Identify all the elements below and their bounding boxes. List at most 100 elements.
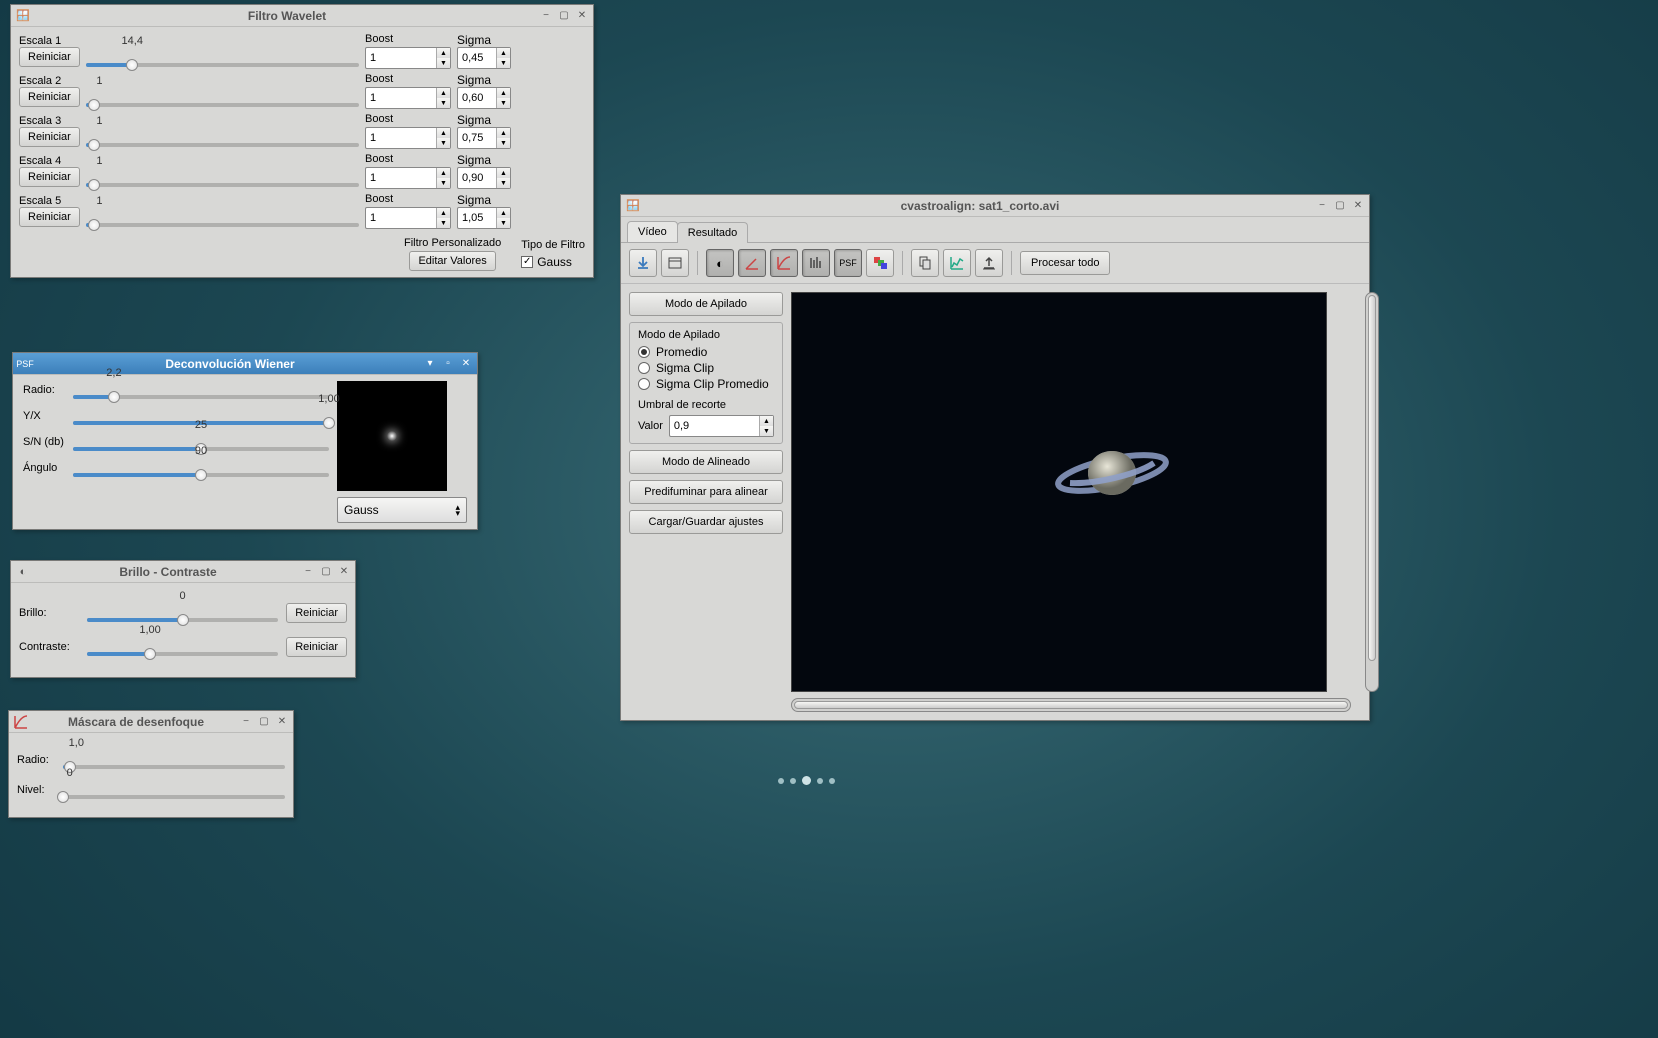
maximize-icon[interactable]: ▫ [441, 357, 455, 371]
boost-spinner[interactable]: 1▲▼ [365, 87, 451, 109]
sigma-spinner[interactable]: 1,05▲▼ [457, 207, 511, 229]
close-icon[interactable]: ✕ [459, 357, 473, 371]
preblur-button[interactable]: Predifuminar para alinear [629, 480, 783, 504]
vertical-scrollbar[interactable] [1365, 292, 1379, 692]
scale-slider[interactable]: 14,4 [86, 49, 359, 67]
close-icon[interactable]: ✕ [337, 565, 351, 579]
brightcon-titlebar[interactable]: ◐ Brillo - Contraste − ▢ ✕ [11, 561, 355, 583]
wiener-titlebar[interactable]: PSF Deconvolución Wiener ▾ ▫ ✕ [13, 353, 477, 375]
spinner-up-icon[interactable]: ▲ [437, 88, 450, 98]
spinner-up-icon[interactable]: ▲ [497, 88, 510, 98]
psf-tool-button[interactable]: PSF [834, 249, 862, 277]
threshold-spinner[interactable]: 0,9 ▲▼ [669, 415, 774, 437]
spinner-down-icon[interactable]: ▼ [497, 98, 510, 108]
boost-spinner[interactable]: 1▲▼ [365, 167, 451, 189]
load-save-button[interactable]: Cargar/Guardar ajustes [629, 510, 783, 534]
rgb-tool-button[interactable] [866, 249, 894, 277]
unsharp-level-slider[interactable]: 0 [63, 781, 285, 799]
radio-average[interactable]: Promedio [638, 345, 774, 359]
horizontal-scrollbar[interactable] [791, 698, 1351, 712]
spinner-down-icon[interactable]: ▼ [497, 138, 510, 148]
save-icon-button[interactable] [629, 249, 657, 277]
spinner-up-icon[interactable]: ▲ [760, 416, 773, 426]
tab-video[interactable]: Vídeo [627, 221, 678, 242]
curve-tool-button[interactable] [770, 249, 798, 277]
sigma-spinner[interactable]: 0,75▲▼ [457, 127, 511, 149]
unsharp-titlebar[interactable]: Máscara de desenfoque − ▢ ✕ [9, 711, 293, 733]
spinner-down-icon[interactable]: ▼ [497, 178, 510, 188]
scale-reset-button[interactable]: Reiniciar [19, 47, 80, 67]
radio-icon [638, 378, 650, 390]
spinner-up-icon[interactable]: ▲ [497, 168, 510, 178]
angle-tool-button[interactable] [738, 249, 766, 277]
wavelet-titlebar[interactable]: 🪟 Filtro Wavelet − ▢ ✕ [11, 5, 593, 27]
contrast-reset-button[interactable]: Reiniciar [286, 637, 347, 657]
boost-spinner[interactable]: 1▲▼ [365, 207, 451, 229]
gauss-checkbox[interactable]: ✓Gauss [521, 255, 572, 269]
spinner-up-icon[interactable]: ▲ [497, 48, 510, 58]
minimize-icon[interactable]: − [239, 715, 253, 729]
brightness-reset-button[interactable]: Reiniciar [286, 603, 347, 623]
spinner-up-icon[interactable]: ▲ [437, 128, 450, 138]
spinner-up-icon[interactable]: ▲ [437, 48, 450, 58]
scale-slider[interactable]: 1 [86, 89, 359, 107]
align-mode-button[interactable]: Modo de Alineado [629, 450, 783, 474]
close-icon[interactable]: ✕ [1351, 199, 1365, 213]
tab-result[interactable]: Resultado [677, 222, 749, 243]
export-tool-button[interactable] [975, 249, 1003, 277]
minimize-icon[interactable]: − [301, 565, 315, 579]
brightness-slider[interactable]: 0 [87, 604, 278, 622]
sigma-spinner[interactable]: 0,45▲▼ [457, 47, 511, 69]
maximize-icon[interactable]: ▢ [557, 9, 571, 23]
radio-sigma-avg[interactable]: Sigma Clip Promedio [638, 377, 774, 391]
radius-slider[interactable]: 2,2 [73, 381, 329, 399]
maximize-icon[interactable]: ▢ [257, 715, 271, 729]
stack-mode-button[interactable]: Modo de Apilado [629, 292, 783, 316]
boost-spinner[interactable]: 1▲▼ [365, 127, 451, 149]
spinner-down-icon[interactable]: ▼ [437, 58, 450, 68]
spinner-down-icon[interactable]: ▼ [437, 178, 450, 188]
spinner-down-icon[interactable]: ▼ [760, 426, 773, 436]
scale-reset-button[interactable]: Reiniciar [19, 87, 80, 107]
histogram-tool-button[interactable] [943, 249, 971, 277]
spinner-down-icon[interactable]: ▼ [437, 138, 450, 148]
levels-tool-button[interactable] [802, 249, 830, 277]
scale-slider[interactable]: 1 [86, 209, 359, 227]
radio-sigma[interactable]: Sigma Clip [638, 361, 774, 375]
scale-reset-button[interactable]: Reiniciar [19, 207, 80, 227]
scale-slider[interactable]: 1 [86, 129, 359, 147]
spinner-down-icon[interactable]: ▼ [497, 58, 510, 68]
spinner-up-icon[interactable]: ▲ [497, 208, 510, 218]
minimize-icon[interactable]: − [539, 9, 553, 23]
main-titlebar[interactable]: 🪟 cvastroalign: sat1_corto.avi − ▢ ✕ [621, 195, 1369, 217]
spinner-down-icon[interactable]: ▼ [437, 218, 450, 228]
scale-slider[interactable]: 1 [86, 169, 359, 187]
maximize-icon[interactable]: ▢ [319, 565, 333, 579]
spinner-up-icon[interactable]: ▲ [497, 128, 510, 138]
minimize-icon[interactable]: − [1315, 199, 1329, 213]
process-all-button[interactable]: Procesar todo [1020, 251, 1110, 275]
maximize-icon[interactable]: ▢ [1333, 199, 1347, 213]
spinner-down-icon[interactable]: ▼ [437, 98, 450, 108]
edit-values-button[interactable]: Editar Valores [409, 251, 495, 271]
close-icon[interactable]: ✕ [575, 9, 589, 23]
scale-reset-button[interactable]: Reiniciar [19, 167, 80, 187]
angle-slider[interactable]: 90 [73, 459, 329, 477]
minimize-icon[interactable]: ▾ [423, 357, 437, 371]
psf-type-combo[interactable]: Gauss ▴▾ [337, 497, 467, 523]
spinner-down-icon[interactable]: ▼ [497, 218, 510, 228]
scale-label: Escala 3 [19, 115, 71, 127]
contrast-tool-button[interactable]: ◐ [706, 249, 734, 277]
scale-reset-button[interactable]: Reiniciar [19, 127, 80, 147]
window-icon-button[interactable] [661, 249, 689, 277]
spinner-up-icon[interactable]: ▲ [437, 208, 450, 218]
boost-spinner[interactable]: 1▲▼ [365, 47, 451, 69]
copy-tool-button[interactable] [911, 249, 939, 277]
sigma-spinner[interactable]: 0,60▲▼ [457, 87, 511, 109]
close-icon[interactable]: ✕ [275, 715, 289, 729]
spinner-up-icon[interactable]: ▲ [437, 168, 450, 178]
contrast-slider[interactable]: 1,00 [87, 638, 278, 656]
result-canvas[interactable] [791, 292, 1327, 692]
unsharp-radius-slider[interactable]: 1,0 [63, 751, 285, 769]
sigma-spinner[interactable]: 0,90▲▼ [457, 167, 511, 189]
